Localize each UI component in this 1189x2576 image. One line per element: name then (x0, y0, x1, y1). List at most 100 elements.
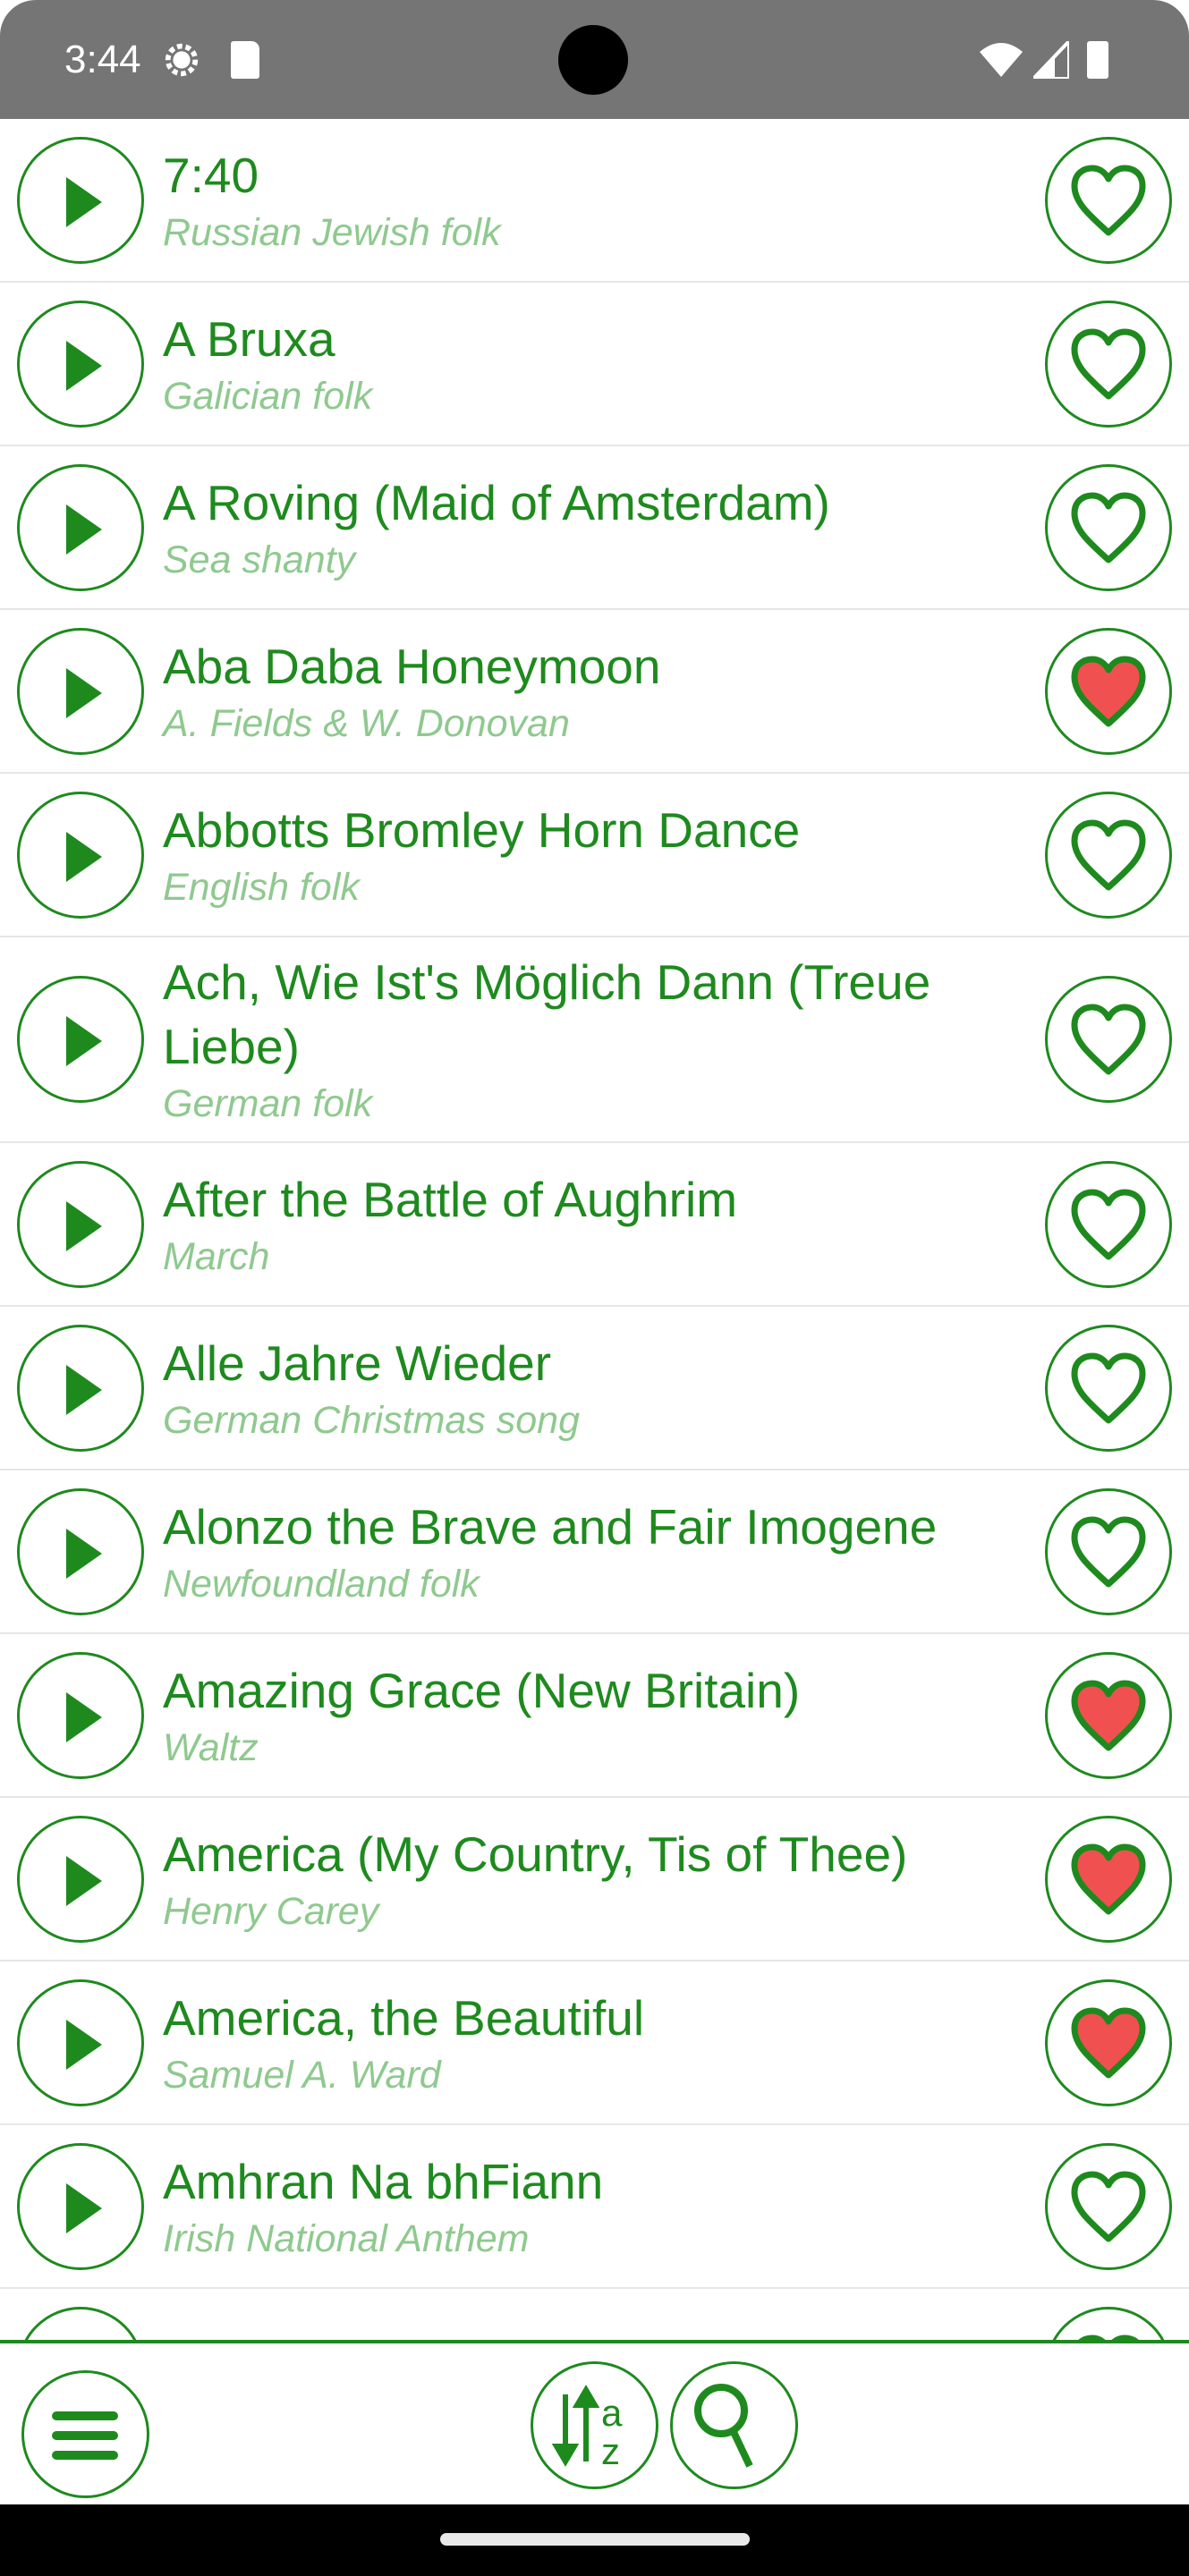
favorite-button[interactable] (1045, 463, 1172, 591)
play-icon (66, 667, 102, 718)
favorite-button[interactable] (1045, 627, 1172, 755)
song-row[interactable]: After the Battle of Aughrim March (0, 1143, 1189, 1307)
song-text[interactable]: America (My Country, Tis of Thee) Henry C… (163, 1809, 1004, 1949)
home-gesture-handle[interactable] (440, 2533, 750, 2546)
heart-filled-icon (1071, 1843, 1146, 1914)
menu-button[interactable] (21, 2370, 149, 2498)
song-subtitle: Galician folk (163, 374, 373, 418)
favorite-button[interactable] (1045, 1487, 1172, 1615)
song-text[interactable]: Aba Daba Honeymoon A. Fields & W. Donovan (163, 622, 1004, 761)
favorite-button[interactable] (1045, 1160, 1172, 1288)
settings-notification-icon (165, 43, 199, 77)
favorite-button[interactable] (1045, 1979, 1172, 2106)
song-title: Alle Jahre Wieder (163, 1335, 552, 1391)
song-subtitle: March (163, 1234, 270, 1278)
play-icon (66, 2182, 102, 2233)
play-icon (66, 831, 102, 882)
song-row[interactable]: A Bruxa Galician folk (0, 283, 1189, 446)
favorite-button[interactable] (1045, 2306, 1172, 2342)
song-subtitle: Henry Carey (163, 1889, 379, 1933)
favorite-button[interactable] (1045, 1324, 1172, 1452)
song-subtitle: Samuel A. Ward (163, 2053, 441, 2097)
song-row[interactable]: Amazing Grace (New Britain) Waltz (0, 1634, 1189, 1798)
song-row[interactable]: Are You Sleeping, Maggie? (0, 2289, 1189, 2342)
heart-outline-icon (1071, 2171, 1146, 2241)
song-row[interactable]: Alonzo the Brave and Fair Imogene Newfoun… (0, 1470, 1189, 1634)
play-button[interactable] (17, 1979, 144, 2106)
song-row[interactable]: Aba Daba Honeymoon A. Fields & W. Donovan (0, 610, 1189, 774)
play-button[interactable] (17, 136, 144, 264)
song-subtitle: A. Fields & W. Donovan (163, 701, 570, 745)
play-button[interactable] (17, 2142, 144, 2270)
song-subtitle: English folk (163, 865, 360, 909)
favorite-button[interactable] (1045, 1651, 1172, 1779)
song-text[interactable]: Amhran Na bhFiann Irish National Anthem (163, 2137, 1004, 2276)
heart-filled-icon (1071, 1680, 1146, 1750)
song-text[interactable]: A Roving (Maid of Amsterdam) Sea shanty (163, 458, 1004, 597)
heart-outline-icon (1071, 1189, 1146, 1259)
heart-outline-icon (1071, 165, 1146, 235)
bottom-toolbar: az (0, 2340, 1189, 2504)
favorite-button[interactable] (1045, 300, 1172, 428)
song-text[interactable]: After the Battle of Aughrim March (163, 1155, 1004, 1294)
song-text[interactable]: Ach, Wie Ist's Möglich Dann (Treue Liebe… (163, 937, 1004, 1141)
song-subtitle: German folk (163, 1082, 373, 1125)
play-button[interactable] (17, 1160, 144, 1288)
play-icon (66, 1855, 102, 1906)
play-button[interactable] (17, 300, 144, 428)
song-row[interactable]: A Roving (Maid of Amsterdam) Sea shanty (0, 446, 1189, 610)
play-icon (66, 1528, 102, 1579)
song-text[interactable]: Amazing Grace (New Britain) Waltz (163, 1646, 1004, 1785)
song-title: A Bruxa (163, 310, 335, 367)
song-title: America (My Country, Tis of Thee) (163, 1826, 908, 1882)
song-row[interactable]: Ach, Wie Ist's Möglich Dann (Treue Liebe… (0, 937, 1189, 1143)
song-text[interactable]: Alle Jahre Wieder German Christmas song (163, 1318, 1004, 1458)
heart-outline-icon (1071, 1352, 1146, 1423)
favorite-button[interactable] (1045, 136, 1172, 264)
song-text[interactable]: America, the Beautiful Samuel A. Ward (163, 1973, 1004, 2113)
play-button[interactable] (17, 463, 144, 591)
song-text[interactable]: Abbotts Bromley Horn Dance English folk (163, 785, 1004, 925)
song-subtitle: Irish National Anthem (163, 2216, 530, 2260)
play-icon (66, 176, 102, 227)
song-row[interactable]: Abbotts Bromley Horn Dance English folk (0, 774, 1189, 937)
song-row[interactable]: Alle Jahre Wieder German Christmas song (0, 1307, 1189, 1470)
play-button[interactable] (17, 2306, 144, 2342)
song-row[interactable]: Amhran Na bhFiann Irish National Anthem (0, 2125, 1189, 2289)
play-button[interactable] (17, 1651, 144, 1779)
song-text[interactable]: 7:40 Russian Jewish folk (163, 131, 1004, 270)
magnifier-icon (694, 2384, 753, 2468)
svg-text:z: z (601, 2430, 620, 2472)
song-subtitle: Waltz (163, 1725, 259, 1769)
heart-filled-icon (1071, 2007, 1146, 2078)
heart-outline-icon (1071, 328, 1146, 399)
heart-outline-icon (1071, 1516, 1146, 1587)
song-title: America, the Beautiful (163, 1989, 645, 2046)
heart-outline-icon (1071, 819, 1146, 890)
play-icon (66, 1016, 102, 1066)
favorite-button[interactable] (1045, 2142, 1172, 2270)
play-button[interactable] (17, 791, 144, 919)
song-row[interactable]: America, the Beautiful Samuel A. Ward (0, 1962, 1189, 2125)
song-text[interactable]: A Bruxa Galician folk (163, 294, 1004, 434)
sort-az-icon: az (551, 2385, 623, 2472)
play-button[interactable] (17, 1815, 144, 1943)
song-list[interactable]: 7:40 Russian Jewish folk A Bruxa Galician … (0, 119, 1189, 2342)
favorite-button[interactable] (1045, 1815, 1172, 1943)
play-button[interactable] (17, 1487, 144, 1615)
play-icon (66, 2019, 102, 2070)
heart-outline-icon (1071, 492, 1146, 563)
search-button[interactable] (670, 2361, 798, 2489)
song-row[interactable]: 7:40 Russian Jewish folk (0, 119, 1189, 283)
favorite-button[interactable] (1045, 791, 1172, 919)
hamburger-menu-icon (52, 2411, 118, 2460)
song-title: After the Battle of Aughrim (163, 1171, 738, 1227)
favorite-button[interactable] (1045, 976, 1172, 1103)
play-button[interactable] (17, 1324, 144, 1452)
song-text[interactable]: Alonzo the Brave and Fair Imogene Newfoun… (163, 1482, 1004, 1622)
sd-card-icon (231, 41, 259, 79)
play-button[interactable] (17, 976, 144, 1103)
song-row[interactable]: America (My Country, Tis of Thee) Henry C… (0, 1798, 1189, 1962)
sort-button[interactable]: az (531, 2361, 658, 2489)
play-button[interactable] (17, 627, 144, 755)
